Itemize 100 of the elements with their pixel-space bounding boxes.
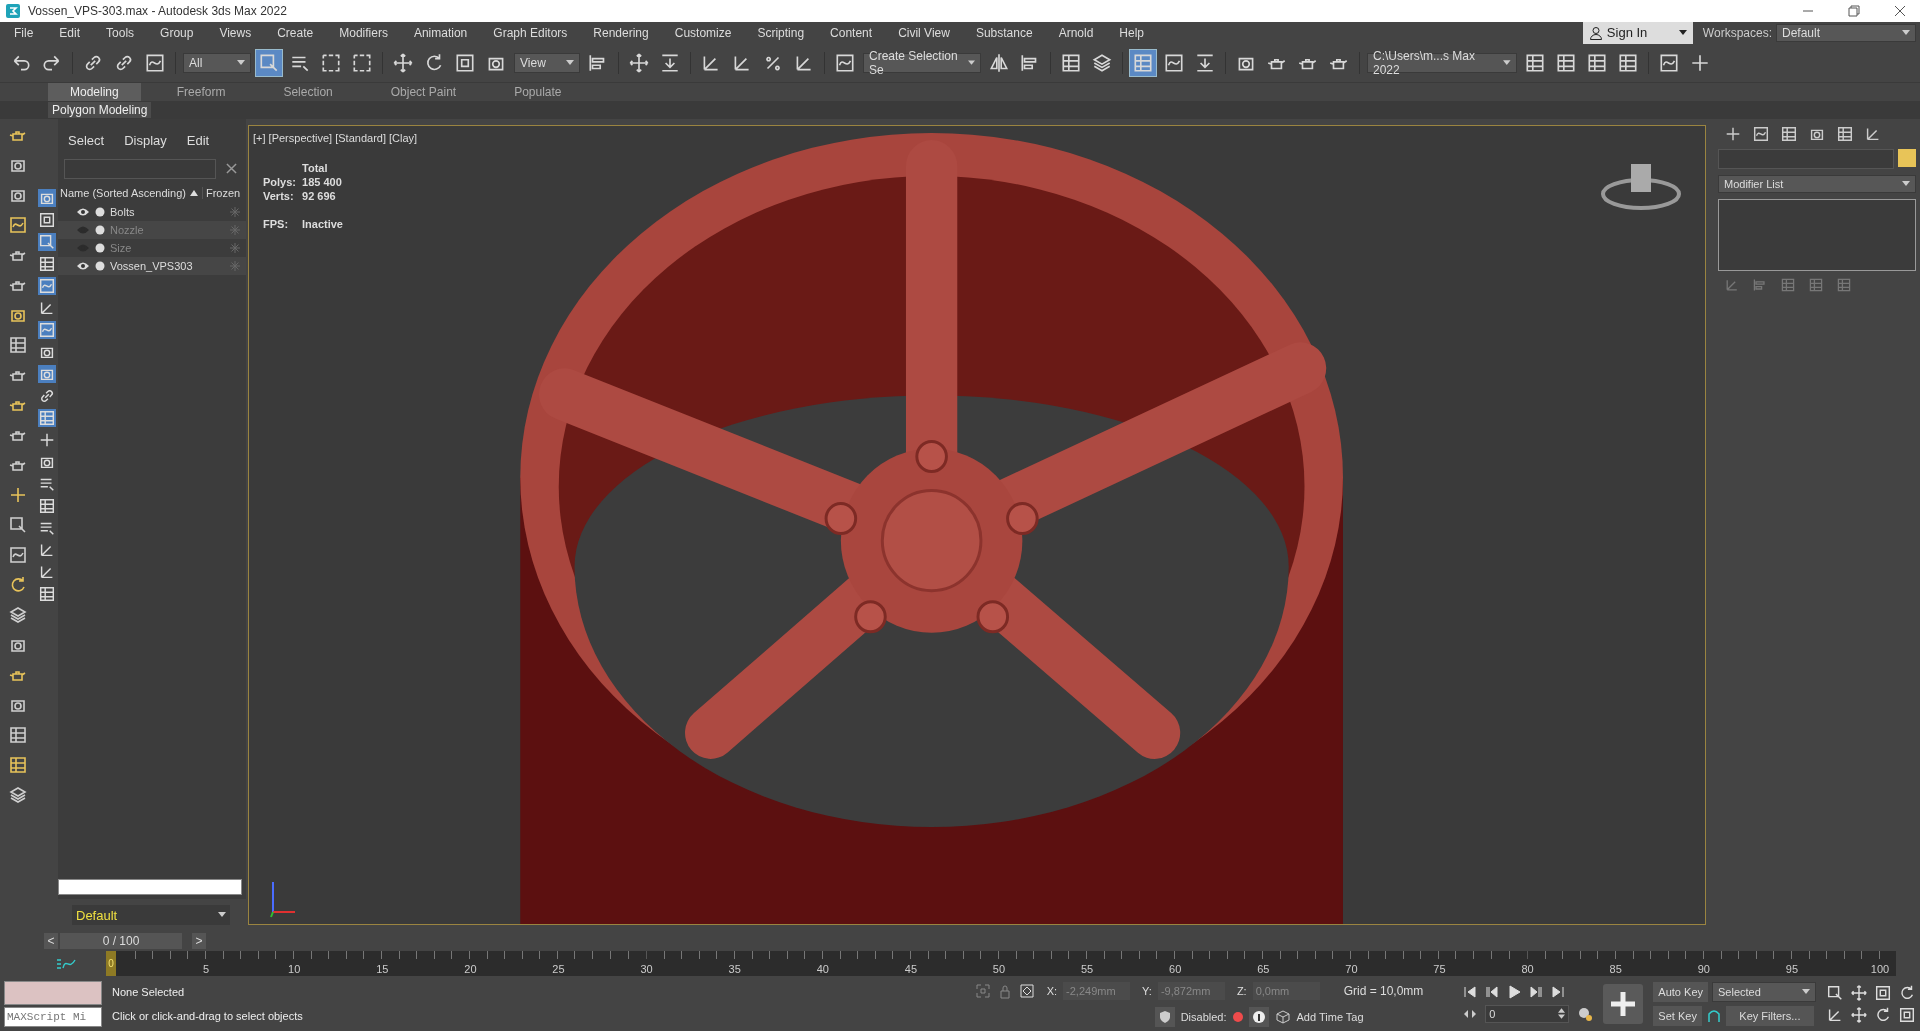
viewport[interactable]: [+] [Perspective] [Standard] [Clay] Total Polys: 185 400 Verts: 92 696 FPS: Inactive [248,124,1706,926]
curve-icon[interactable] [38,320,56,339]
playback-icon[interactable] [1529,984,1544,999]
add-key-icon[interactable] [1603,983,1644,1024]
previous-frame-button[interactable]: < [44,933,58,950]
scale-icon[interactable] [1874,983,1892,1002]
frame-field[interactable]: 0 [1485,1004,1570,1023]
curve-icon[interactable] [8,544,28,565]
cube-icon[interactable] [1274,1008,1291,1025]
restore-icon[interactable] [1848,5,1860,17]
rotate-icon[interactable] [1898,983,1916,1002]
modifier-list-dropdown[interactable]: Modifier List [1718,174,1916,193]
select-icon[interactable] [1826,983,1844,1002]
maxscript-field[interactable]: MAXScript Mi [4,1006,102,1027]
workspace-dropdown[interactable]: Default [1776,24,1916,42]
menu-item[interactable]: Content [830,26,873,40]
table-icon[interactable] [8,724,28,745]
curve-icon[interactable] [8,214,28,235]
object-name[interactable]: Bolts [110,205,225,218]
table-icon[interactable] [38,254,56,273]
playback-icon[interactable] [1463,984,1478,999]
toolbar-dropdown[interactable]: C:\Users\m...s Max 2022 [1367,52,1517,73]
color-swatch[interactable] [1898,148,1916,167]
modifier-stack-list[interactable] [1718,198,1916,271]
move-icon[interactable] [1850,983,1868,1002]
info-icon[interactable] [1248,1006,1269,1027]
menu-item[interactable]: Arnold [1058,26,1094,40]
name-field[interactable] [1718,148,1894,169]
ribbon-tab[interactable]: Populate [492,82,584,101]
menu-item[interactable]: Help [1119,26,1144,40]
ribbon-tab[interactable]: Object Paint [368,82,479,101]
layer-dropdown[interactable]: Default [72,905,230,926]
explorer-menu-item[interactable]: Display [124,132,167,155]
spinner-icon[interactable] [1558,1008,1566,1020]
explorer-menu-item[interactable]: Edit [186,132,210,155]
eye-icon[interactable] [76,206,90,217]
column-header[interactable]: Name (Sorted Ascending) [60,186,186,199]
key-mode-dropdown[interactable]: Selected [1712,981,1816,1002]
select-icon[interactable] [38,232,56,251]
toolbar-dropdown[interactable]: View [514,52,580,73]
time-slider[interactable]: 0 / 100 [60,933,182,950]
ribbon-tab[interactable]: Selection [261,82,355,101]
menu-item[interactable]: Modifiers [339,26,388,40]
table-icon[interactable] [1836,124,1854,143]
shield-icon[interactable] [1154,1006,1175,1027]
close-icon[interactable] [1894,5,1906,17]
toolbar-dropdown[interactable]: All [183,52,251,73]
curve-editor-icon[interactable] [56,956,76,971]
playback-icon[interactable] [1507,984,1522,999]
menu-item[interactable]: Scripting [757,26,805,40]
curve-icon[interactable] [1752,124,1770,143]
curve-icon[interactable] [38,276,56,295]
menu-item[interactable]: Graph Editors [493,26,568,40]
table-icon[interactable] [38,408,56,427]
next-frame-button[interactable]: > [192,933,206,950]
scroll-bar[interactable] [58,879,242,896]
search-field[interactable] [64,158,216,179]
toolbar-dropdown[interactable]: Create Selection Se [863,52,981,73]
add-time-tag[interactable]: Add Time Tag [1296,1010,1364,1023]
table-icon[interactable] [8,754,28,775]
rotate-icon[interactable] [1874,1005,1892,1024]
render-dot-icon[interactable] [95,260,105,271]
ribbon-panel-tab[interactable]: Polygon Modeling [48,101,152,118]
menu-item[interactable]: Rendering [593,26,649,40]
layers-icon[interactable] [8,784,28,805]
clear-icon[interactable] [226,163,237,175]
table-icon[interactable] [38,584,56,603]
key-filters-button[interactable]: Key Filters... [1725,1005,1814,1026]
table-icon[interactable] [8,334,28,355]
menu-item[interactable]: File [14,26,34,40]
menu-item[interactable]: Animation [413,26,468,40]
select-icon[interactable] [8,514,28,535]
render-dot-icon[interactable] [95,206,105,217]
menu-item[interactable]: Group [160,26,194,40]
playback-icon[interactable] [1485,984,1500,999]
menu-item[interactable]: Civil View [898,26,950,40]
key-icon[interactable] [1705,1007,1722,1024]
layers-icon[interactable] [8,604,28,625]
scale-icon[interactable] [38,210,56,229]
move-icon[interactable] [1850,1005,1868,1024]
explorer-menu-item[interactable]: Select [68,132,105,155]
menu-item[interactable]: Create [277,26,314,40]
table-icon[interactable] [1780,124,1798,143]
menu-item[interactable]: Edit [59,26,81,40]
clock-icon[interactable] [1577,1005,1594,1022]
ribbon-tab[interactable]: Freeform [154,82,248,101]
scale-icon[interactable] [1898,1005,1916,1024]
menu-item[interactable]: Views [219,26,252,40]
viewport-label[interactable]: [+] [Perspective] [Standard] [Clay] [253,131,418,144]
listener-output[interactable] [4,980,102,1005]
menu-item[interactable]: Substance [975,26,1033,40]
eye-icon[interactable] [76,260,90,271]
render-dot-icon[interactable] [95,242,105,253]
menu-item[interactable]: Tools [106,26,135,40]
sign-in-button[interactable]: Sign In [1582,22,1693,44]
set-key-button[interactable]: Set Key [1653,1005,1702,1026]
table-icon[interactable] [38,496,56,515]
track-bar[interactable]: 0 5 10 15 20 25 30 35 40 45 50 55 60 65 70 75 80 85 90 95 100 [106,951,1896,977]
playback-icon[interactable] [1551,984,1566,999]
render-dot-icon[interactable] [95,224,105,235]
